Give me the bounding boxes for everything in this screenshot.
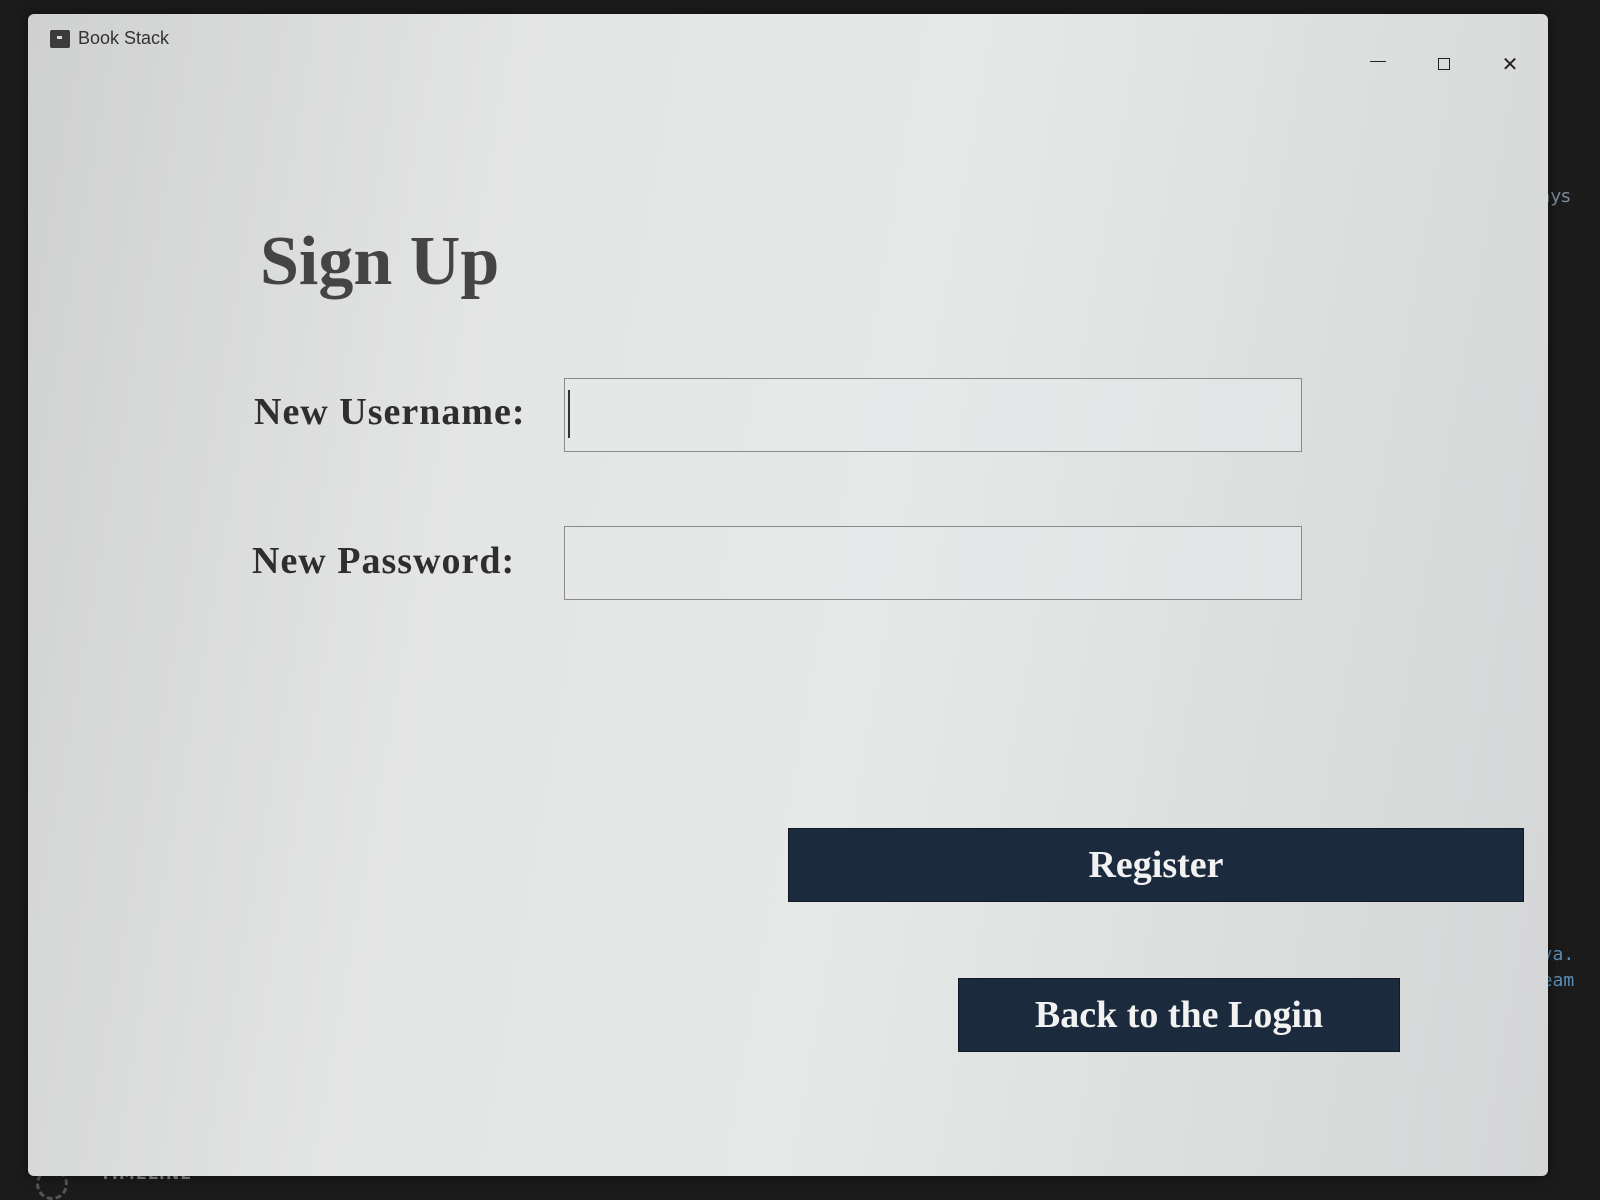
book-stack-window: Book Stack ✕ Sign Up New Username: New P… (28, 14, 1548, 1176)
close-icon: ✕ (1501, 52, 1519, 76)
username-label: New Username: (254, 391, 526, 433)
register-button[interactable]: Register (788, 828, 1524, 902)
minimize-icon (1370, 60, 1386, 62)
password-label: New Password: (252, 540, 516, 582)
close-button[interactable]: ✕ (1480, 44, 1540, 84)
app-icon (50, 30, 70, 48)
username-input[interactable] (564, 378, 1302, 452)
text-caret (568, 390, 570, 438)
maximize-button[interactable] (1414, 44, 1474, 84)
maximize-icon (1438, 58, 1450, 70)
password-input[interactable] (564, 526, 1302, 600)
page-title: Sign Up (260, 223, 500, 300)
window-title: Book Stack (78, 28, 170, 48)
back-to-login-button[interactable]: Back to the Login (958, 978, 1400, 1052)
minimize-button[interactable] (1348, 44, 1408, 84)
window-titlebar[interactable]: Book Stack ✕ (28, 14, 1548, 76)
